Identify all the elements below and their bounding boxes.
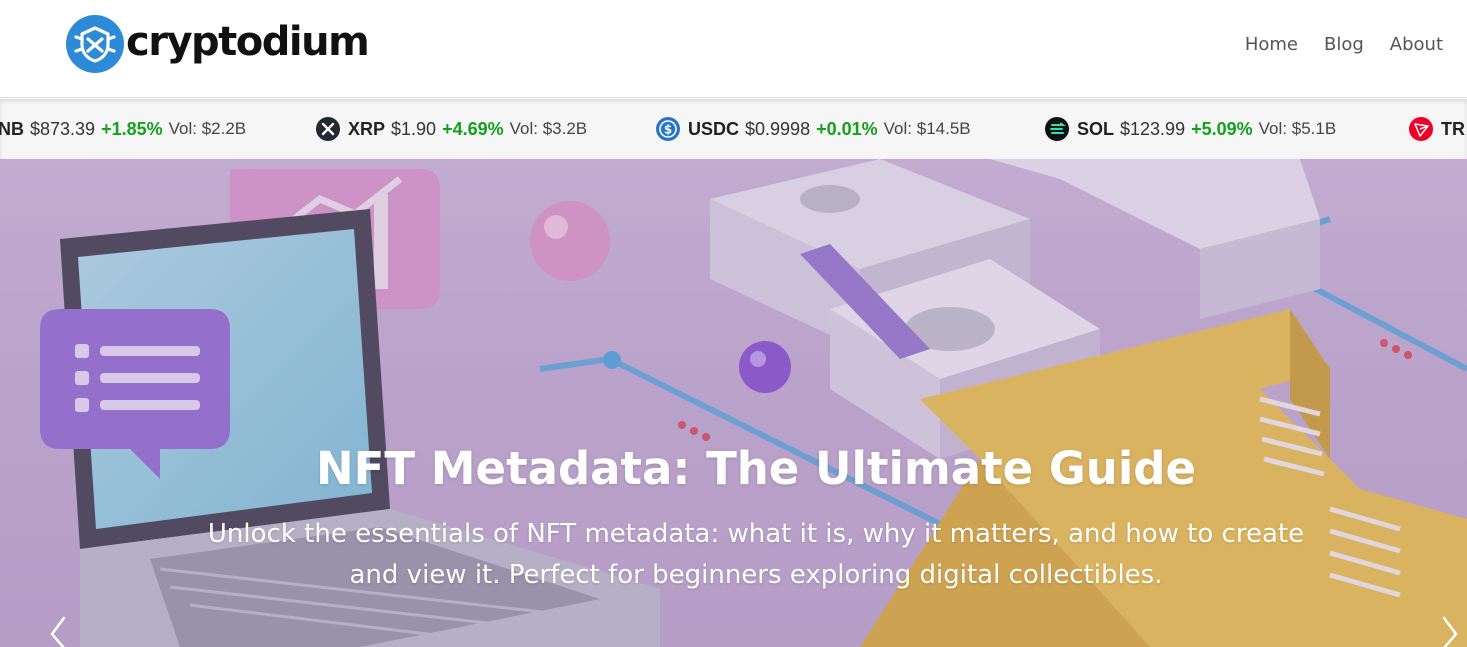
nav-blog-link[interactable]: Blog [1324, 34, 1364, 55]
site-header: cryptodium Home Blog About [0, 0, 1467, 98]
chevron-right-icon[interactable] [1436, 614, 1466, 647]
main-nav: Home Blog About [1245, 34, 1443, 55]
ticker-symbol: TR [1441, 118, 1465, 139]
ticker-price: $873.39 [30, 118, 96, 139]
ticker-change: +4.69% [442, 118, 504, 139]
ticker-volume: Vol: $3.2B [509, 119, 588, 138]
ticker-symbol: SOL [1077, 118, 1115, 139]
ticker-price: $1.90 [391, 118, 437, 139]
ticker-change: +5.09% [1191, 118, 1253, 139]
hero-description: Unlock the essentials of NFT metadata: w… [207, 519, 1305, 590]
ticker-volume: Vol: $14.5B [883, 119, 971, 138]
brand-logo[interactable]: cryptodium [66, 15, 370, 73]
ticker-symbol: NB [0, 118, 24, 139]
ticker-price: $123.99 [1120, 118, 1186, 139]
chevron-left-icon[interactable] [44, 614, 74, 647]
hero-slider: NFT Metadata: The Ultimate Guide Unlock … [0, 159, 1467, 647]
ticker-item-usdc[interactable]: $ USDC $0.9998 +0.01% Vol: $14.5B [655, 99, 971, 159]
ticker-symbol: USDC [688, 118, 740, 139]
brand-name: cryptodium [126, 19, 370, 65]
ticker-item-tron[interactable]: TR [1408, 99, 1467, 159]
ticker-price: $0.9998 [745, 118, 811, 139]
tron-icon [1409, 117, 1433, 141]
price-ticker: NB $873.39 +1.85% Vol: $2.2B XRP $1.90 +… [0, 99, 1467, 159]
ticker-item-sol[interactable]: SOL $123.99 +5.09% Vol: $5.1B [1044, 99, 1336, 159]
ticker-volume: Vol: $2.2B [168, 119, 247, 138]
sol-icon [1045, 117, 1069, 141]
ticker-volume: Vol: $5.1B [1258, 119, 1337, 138]
nav-home-link[interactable]: Home [1245, 34, 1298, 55]
ticker-change: +0.01% [816, 118, 878, 139]
ticker-item-xrp[interactable]: XRP $1.90 +4.69% Vol: $3.2B [315, 99, 587, 159]
usdc-icon: $ [656, 117, 680, 141]
xrp-icon [316, 117, 340, 141]
ticker-item-bnb[interactable]: NB $873.39 +1.85% Vol: $2.2B [0, 99, 246, 159]
hero-title: NFT Metadata: The Ultimate Guide [316, 442, 1196, 495]
shield-coin-icon [66, 15, 124, 73]
nav-about-link[interactable]: About [1390, 34, 1443, 55]
ticker-change: +1.85% [101, 118, 163, 139]
svg-text:$: $ [664, 123, 672, 137]
ticker-symbol: XRP [348, 118, 386, 139]
